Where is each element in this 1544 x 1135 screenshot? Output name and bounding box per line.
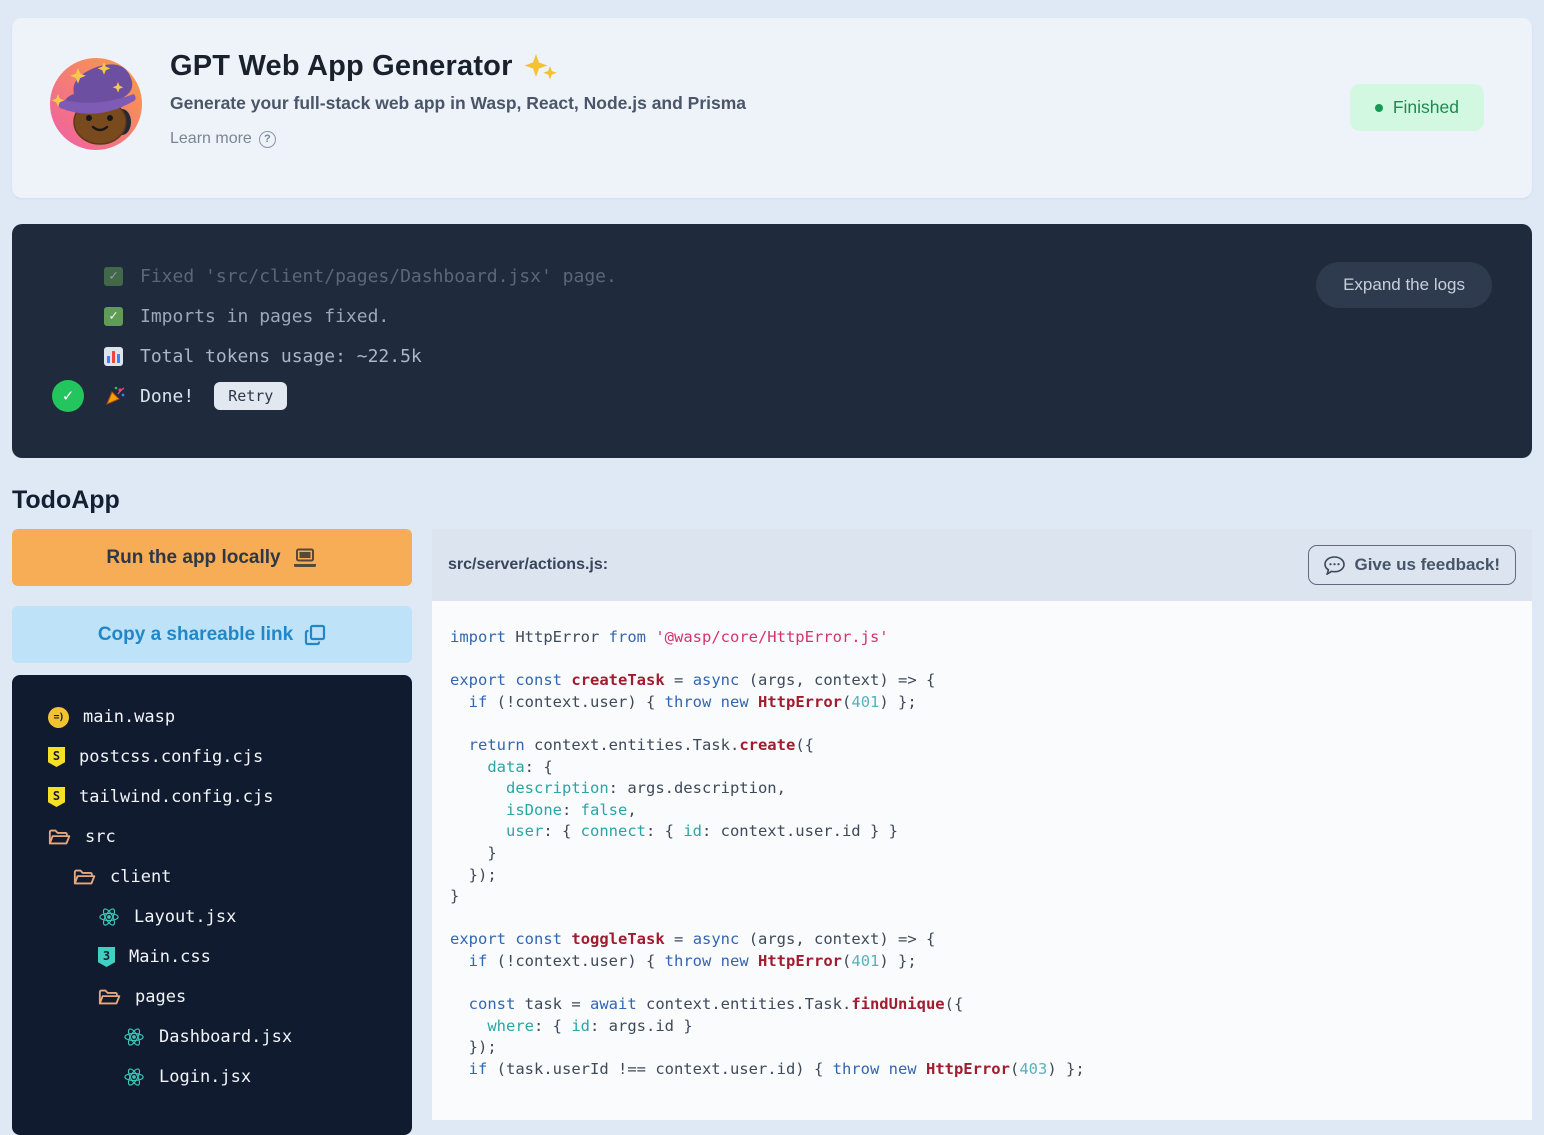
expand-logs-button[interactable]: Expand the logs: [1316, 262, 1492, 308]
wasp-icon: =): [48, 707, 69, 728]
retry-button[interactable]: Retry: [214, 382, 287, 410]
current-file-label: src/server/actions.js:: [448, 556, 1308, 574]
bar-chart-icon: [104, 347, 123, 366]
folder-icon: [48, 828, 71, 847]
file-tree-item[interactable]: Login.jsx: [48, 1057, 412, 1097]
success-check-icon: ✓: [52, 380, 84, 412]
give-feedback-button[interactable]: Give us feedback!: [1308, 545, 1516, 585]
log-line: ✓ Fixed 'src/client/pages/Dashboard.jsx'…: [52, 256, 1532, 296]
file-name: Login.jsx: [159, 1067, 251, 1087]
code-line: return context.entities.Task.create({: [450, 735, 1512, 757]
run-app-label: Run the app locally: [106, 547, 280, 569]
file-name: Layout.jsx: [134, 907, 236, 927]
code-line: export const createTask = async (args, c…: [450, 670, 1512, 692]
file-name: tailwind.config.cjs: [79, 787, 273, 807]
code-line: [450, 649, 1512, 671]
code-line: export const toggleTask = async (args, c…: [450, 929, 1512, 951]
file-name: Dashboard.jsx: [159, 1027, 292, 1047]
code-line: });: [450, 865, 1512, 887]
log-line-done: ✓ Done! Retry: [52, 376, 1532, 416]
learn-more-label: Learn more: [170, 130, 252, 148]
code-line: [450, 908, 1512, 930]
copy-icon: [304, 624, 326, 646]
code-panel: src/server/actions.js: Give us feedback!…: [432, 529, 1532, 1120]
file-tree-item[interactable]: Layout.jsx: [48, 897, 412, 937]
page-subtitle: Generate your full-stack web app in Wasp…: [170, 93, 746, 114]
file-tree-item[interactable]: Stailwind.config.cjs: [48, 777, 412, 817]
css-icon: 3: [98, 947, 115, 967]
code-line: if (task.userId !== context.user.id) { t…: [450, 1059, 1512, 1081]
party-popper-icon: [104, 385, 126, 407]
log-line: Total tokens usage: ~22.5k: [52, 336, 1532, 376]
code-line: if (!context.user) { throw new HttpError…: [450, 692, 1512, 714]
status-dot-icon: [1375, 104, 1383, 112]
page-title: GPT Web App Generator: [170, 50, 746, 83]
file-tree-item[interactable]: src: [48, 817, 412, 857]
copy-shareable-link-button[interactable]: Copy a shareable link: [12, 606, 412, 663]
done-text: Done!: [140, 386, 194, 407]
code-line: const task = await context.entities.Task…: [450, 994, 1512, 1016]
main-content: Run the app locally Copy a shareable lin…: [12, 529, 1532, 1135]
check-icon: ✓: [104, 307, 123, 326]
file-tree-item[interactable]: pages: [48, 977, 412, 1017]
learn-more-link[interactable]: Learn more ?: [170, 130, 276, 148]
copy-link-label: Copy a shareable link: [98, 624, 293, 646]
app-name-heading: TodoApp: [12, 486, 1544, 515]
code-line: isDone: false,: [450, 800, 1512, 822]
file-name: pages: [135, 987, 186, 1007]
code-line: [450, 713, 1512, 735]
speech-bubble-icon: [1324, 556, 1345, 575]
logs-panel: ✓ Fixed 'src/client/pages/Dashboard.jsx'…: [12, 224, 1532, 458]
code-line: if (!context.user) { throw new HttpError…: [450, 951, 1512, 973]
code-line: description: args.description,: [450, 778, 1512, 800]
file-name: postcss.config.cjs: [79, 747, 263, 767]
code-line: user: { connect: { id: context.user.id }…: [450, 821, 1512, 843]
help-icon: ?: [259, 131, 276, 148]
sparkles-icon: [523, 52, 557, 82]
feedback-label: Give us feedback!: [1354, 555, 1500, 575]
run-app-locally-button[interactable]: Run the app locally: [12, 529, 412, 586]
code-line: [450, 973, 1512, 995]
file-tree-item[interactable]: client: [48, 857, 412, 897]
laptop-icon: [292, 548, 318, 568]
page-title-text: GPT Web App Generator: [170, 50, 513, 83]
code-block: import HttpError from '@wasp/core/HttpEr…: [432, 601, 1532, 1120]
wizard-bee-logo-icon: [48, 56, 144, 152]
js-icon: S: [48, 747, 65, 767]
app-logo: [48, 56, 144, 152]
code-line: }: [450, 886, 1512, 908]
code-line: }: [450, 843, 1512, 865]
code-panel-header: src/server/actions.js: Give us feedback!: [432, 529, 1532, 601]
file-tree-item[interactable]: =) main.wasp: [48, 697, 412, 737]
file-name: Main.css: [129, 947, 211, 967]
status-label: Finished: [1393, 97, 1459, 118]
code-line: data: {: [450, 757, 1512, 779]
header-card: GPT Web App Generator Generate your full…: [12, 18, 1532, 198]
sidebar: Run the app locally Copy a shareable lin…: [12, 529, 412, 1135]
log-line: ✓ Imports in pages fixed.: [52, 296, 1532, 336]
log-text: Total tokens usage: ~22.5k: [140, 346, 422, 367]
file-name: src: [85, 827, 116, 847]
code-line: import HttpError from '@wasp/core/HttpEr…: [450, 627, 1512, 649]
file-tree-item[interactable]: Dashboard.jsx: [48, 1017, 412, 1057]
file-name: client: [110, 867, 171, 887]
folder-icon: [73, 868, 96, 887]
code-line: });: [450, 1037, 1512, 1059]
file-tree-item[interactable]: 3 Main.css: [48, 937, 412, 977]
file-name: main.wasp: [83, 707, 175, 727]
file-tree-item[interactable]: Spostcss.config.cjs: [48, 737, 412, 777]
folder-icon: [98, 988, 121, 1007]
react-icon: [123, 1067, 145, 1087]
react-icon: [123, 1027, 145, 1047]
code-line: where: { id: args.id }: [450, 1016, 1512, 1038]
js-icon: S: [48, 787, 65, 807]
file-tree: =)main.waspSpostcss.config.cjsStailwind.…: [12, 675, 412, 1135]
check-icon: ✓: [104, 267, 123, 286]
react-icon: [98, 907, 120, 927]
log-text: Fixed 'src/client/pages/Dashboard.jsx' p…: [140, 266, 617, 287]
log-text: Imports in pages fixed.: [140, 306, 389, 327]
status-badge: Finished: [1350, 84, 1484, 131]
